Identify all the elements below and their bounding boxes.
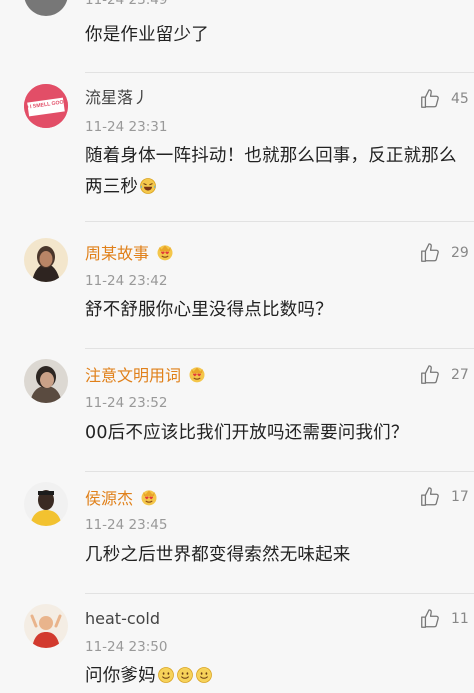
comment-time: 11-24 23:31 — [85, 119, 168, 135]
divider — [85, 72, 474, 73]
comment-text: 问你爹妈 — [85, 661, 465, 692]
comment-time: 11-24 23:50 — [85, 639, 168, 655]
comment-author[interactable]: 流星落丿 — [85, 88, 149, 108]
avatar-image: DO I SMELL GOOD? — [24, 84, 68, 128]
like-count: 45 — [451, 91, 469, 107]
crown-heart-eyes-icon — [187, 364, 207, 384]
avatar[interactable] — [24, 238, 68, 282]
like-icon[interactable] — [419, 88, 441, 110]
like-count: 17 — [451, 489, 469, 505]
avatar[interactable] — [24, 604, 68, 648]
comment-time: 11-24 23:45 — [85, 517, 168, 533]
comment-author[interactable]: 侯源杰 — [85, 487, 159, 509]
smile-emoji-icon — [157, 666, 175, 684]
divider — [85, 221, 474, 222]
avatar[interactable] — [24, 482, 68, 526]
comment-text: 几秒之后世界都变得索然无味起来 — [85, 545, 351, 565]
comment-time: 11-24 23:42 — [85, 273, 168, 289]
smile-emoji-icon — [195, 666, 213, 684]
avatar-image — [24, 238, 68, 282]
comment-author[interactable]: 周某故事 — [85, 242, 175, 264]
comment-time: 11-24 23:52 — [85, 395, 168, 411]
comment-author[interactable]: heat-cold — [85, 609, 160, 629]
comment-text: 00后不应该比我们开放吗还需要问我们？ — [85, 423, 409, 443]
avatar-image — [24, 604, 68, 648]
avatar[interactable] — [24, 359, 68, 403]
comment-author-name: 注意文明用词 — [85, 366, 182, 385]
like-icon[interactable] — [419, 364, 441, 386]
divider — [85, 471, 474, 472]
like-count: 11 — [451, 611, 469, 627]
divider — [85, 348, 474, 349]
comment-text: 舒不舒服你心里没得点比数吗？ — [85, 300, 333, 320]
divider — [85, 593, 474, 594]
laughing-tears-emoji-icon — [139, 177, 157, 195]
like-icon[interactable] — [419, 608, 441, 630]
comment-text: 你是作业留少了 — [85, 25, 209, 45]
like-count: 29 — [451, 245, 469, 261]
comment-author[interactable]: 注意文明用词 — [85, 364, 207, 386]
avatar[interactable]: DO I SMELL GOOD? — [24, 84, 68, 128]
crown-heart-eyes-icon — [139, 487, 159, 507]
crown-heart-eyes-icon — [155, 242, 175, 262]
avatar-image — [24, 359, 68, 403]
like-icon[interactable] — [419, 486, 441, 508]
comment-text: 随着身体一阵抖动！也就那么回事，反正就那么两三秒 — [85, 141, 465, 203]
avatar[interactable] — [24, 0, 68, 16]
comment-author-name: 侯源杰 — [85, 489, 134, 508]
like-icon[interactable] — [419, 242, 441, 264]
comment-time: 11-24 23:49 — [85, 0, 168, 8]
comment-text-body: 问你爹妈 — [85, 666, 156, 686]
smile-emoji-icon — [176, 666, 194, 684]
comment-author-name: 周某故事 — [85, 244, 150, 263]
avatar-image — [24, 482, 68, 526]
like-count: 27 — [451, 367, 469, 383]
